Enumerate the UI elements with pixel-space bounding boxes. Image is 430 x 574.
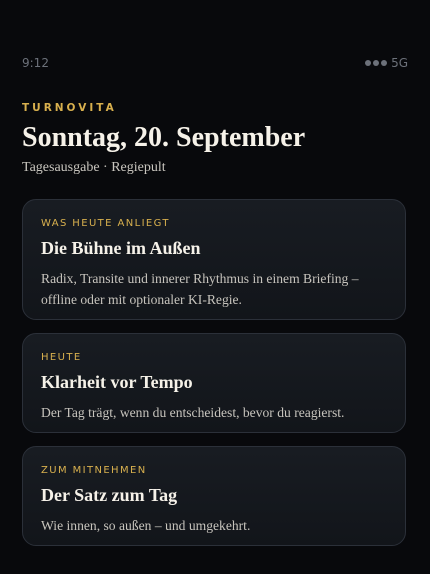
card-eyebrow: WAS HEUTE ANLIEGT	[41, 218, 170, 229]
briefing-card-takeaway[interactable]: ZUM MITNEHMEN Der Satz zum Tag Wie innen…	[22, 446, 406, 546]
briefing-card-today[interactable]: HEUTE Klarheit vor Tempo Der Tag trägt, …	[22, 333, 406, 433]
card-body: Wie innen, so außen – und umgekehrt.	[41, 517, 251, 533]
card-eyebrow: ZUM MITNEHMEN	[41, 465, 147, 476]
status-indicators: 5G	[365, 56, 408, 70]
card-title: Klarheit vor Tempo	[41, 372, 193, 392]
card-title: Der Satz zum Tag	[41, 485, 178, 505]
page-title: Sonntag, 20. September	[22, 122, 306, 153]
brand-label: TURNOVITA	[22, 102, 117, 114]
signal-dots-icon	[365, 60, 388, 66]
status-bar: 9:12 5G	[22, 55, 408, 71]
card-eyebrow: HEUTE	[41, 352, 82, 363]
briefing-card-today-agenda[interactable]: WAS HEUTE ANLIEGT Die Bühne im Außen Rad…	[22, 199, 406, 320]
card-body: Der Tag trägt, wenn du entscheidest, bev…	[41, 404, 345, 420]
network-label: 5G	[391, 56, 408, 70]
status-time: 9:12	[22, 56, 49, 70]
page-subtitle: Tagesausgabe · Regiepult	[22, 160, 166, 175]
card-body: Radix, Transite und innerer Rhythmus in …	[41, 270, 359, 308]
card-title: Die Bühne im Außen	[41, 238, 201, 258]
